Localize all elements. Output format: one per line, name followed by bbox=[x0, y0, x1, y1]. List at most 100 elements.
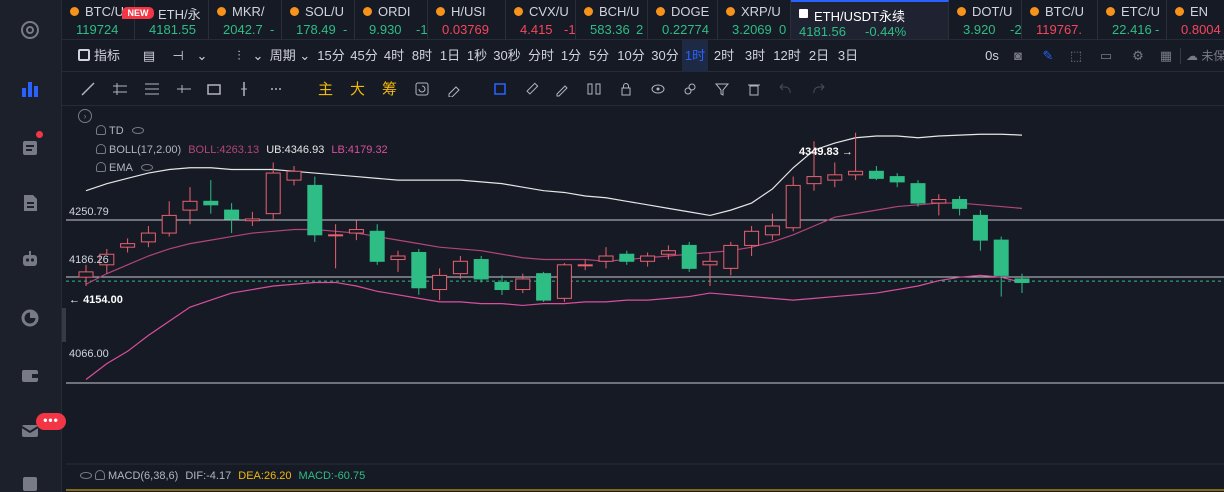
ticker-item[interactable]: MKR/2042.7- bbox=[209, 0, 282, 39]
fullscreen-icon[interactable]: ⬚ bbox=[1066, 40, 1086, 72]
visibility-icon[interactable] bbox=[140, 164, 153, 171]
macd-legend[interactable]: MACD(6,38,6) DIF:-4.17 DEA:26.20 MACD:-6… bbox=[80, 470, 365, 482]
interval-button[interactable]: 分时 bbox=[524, 40, 558, 72]
seconds-label[interactable]: 0s bbox=[982, 40, 1002, 72]
alert-bell-icon bbox=[96, 125, 106, 135]
interval-button[interactable]: 2时 bbox=[708, 40, 740, 72]
analytics-icon[interactable] bbox=[17, 305, 43, 331]
interval-button[interactable]: 15分 bbox=[314, 40, 348, 72]
cloud-save-status[interactable]: ☁ 未保 bbox=[1186, 40, 1224, 72]
interval-button[interactable]: 1分 bbox=[558, 40, 584, 72]
candlestick-chart[interactable]: › TD BOLL(17,2.00) BOLL:4263.13 UB:4346.… bbox=[66, 106, 1224, 492]
interval-button[interactable]: 1秒 bbox=[464, 40, 490, 72]
wallet-icon[interactable] bbox=[17, 362, 43, 388]
grid-icon[interactable]: ▦ bbox=[1156, 40, 1176, 72]
chip-distribution-button[interactable]: 筹 bbox=[382, 78, 397, 99]
interval-button[interactable]: 1时 bbox=[682, 40, 708, 72]
interval-button[interactable]: 30分 bbox=[648, 40, 682, 72]
ticker-item[interactable]: EN 0.8004 bbox=[1167, 0, 1224, 39]
horizontal-lines-icon[interactable] bbox=[142, 79, 162, 99]
logo-icon[interactable] bbox=[17, 17, 43, 43]
ticker-item[interactable]: BTC/U 119767. bbox=[1022, 0, 1098, 39]
ticker-item[interactable]: H/USI 0.03769 bbox=[428, 0, 506, 39]
market-chart-icon[interactable] bbox=[17, 76, 43, 102]
visibility-icon[interactable] bbox=[80, 472, 92, 479]
ticker-item[interactable]: SOL/U 178.49- bbox=[282, 0, 355, 39]
interval-button[interactable]: 30秒 bbox=[490, 40, 524, 72]
edit-icon[interactable] bbox=[552, 79, 572, 99]
ticker-item[interactable]: ORDI 9.930 -1 bbox=[355, 0, 428, 39]
gear-icon[interactable]: ⚙ bbox=[1128, 40, 1148, 72]
interval-button[interactable]: 1日 bbox=[436, 40, 464, 72]
more-tools-icon[interactable] bbox=[266, 79, 286, 99]
interval-button[interactable]: 3日 bbox=[834, 40, 862, 72]
candle-body bbox=[348, 229, 364, 234]
large-order-button[interactable]: 大 bbox=[350, 78, 365, 99]
new-badge: NEW bbox=[122, 7, 154, 19]
interval-toolbar: 指标 ▤ ⊣ ⌄ ⫶ ⌄ 周期 ⌄ 15分 45分 4时 8时 1日 1秒 30秒 分时 1分 5… bbox=[62, 40, 1224, 72]
more-badge[interactable]: ••• bbox=[36, 413, 66, 430]
redo-icon[interactable] bbox=[808, 79, 828, 99]
brush-icon[interactable] bbox=[444, 79, 464, 99]
pencil-icon[interactable]: ✎ bbox=[1038, 40, 1058, 72]
boll-legend[interactable]: BOLL(17,2.00) BOLL:4263.13 UB:4346.93 LB… bbox=[96, 144, 388, 156]
interval-button[interactable]: 5分 bbox=[584, 40, 614, 72]
period-dropdown[interactable]: 周期 ⌄ bbox=[268, 40, 312, 72]
ticker-strip: BTC/U 119724 ETH/永 4181.55 MKR/2042.7- SOL/U 1… bbox=[62, 0, 1224, 40]
ticker-item[interactable]: BCH/U 583.36 2 bbox=[576, 0, 648, 39]
ruler-icon[interactable] bbox=[522, 79, 542, 99]
candle-body bbox=[931, 199, 947, 204]
document-icon[interactable] bbox=[17, 190, 43, 216]
trash-icon[interactable] bbox=[744, 79, 764, 99]
interval-button[interactable]: 8时 bbox=[408, 40, 436, 72]
ticker-item[interactable]: BTC/U 119724 bbox=[62, 0, 135, 39]
visibility-icon[interactable] bbox=[131, 127, 144, 134]
ticker-item[interactable]: CVX/U 4.415 -1 bbox=[506, 0, 576, 39]
chevron-down-icon[interactable]: ⌄ bbox=[252, 40, 264, 72]
horizontal-ray-icon[interactable] bbox=[174, 79, 194, 99]
divider bbox=[1180, 48, 1181, 64]
interval-button[interactable]: 4时 bbox=[380, 40, 408, 72]
parallel-lines-icon[interactable] bbox=[110, 79, 130, 99]
layout-icon[interactable]: ▭ bbox=[1096, 40, 1116, 72]
interval-button[interactable]: 45分 bbox=[348, 40, 380, 72]
ticker-item[interactable]: ETH/永 4181.55 bbox=[135, 0, 209, 39]
chevron-right-icon[interactable]: › bbox=[78, 109, 92, 123]
candle-style-icon[interactable]: ⫶ bbox=[224, 40, 254, 72]
ticker-symbol: CVX/U bbox=[529, 4, 569, 19]
rectangle-icon[interactable] bbox=[204, 79, 224, 99]
calendar-icon[interactable]: ▤ bbox=[138, 40, 160, 72]
columns-icon[interactable] bbox=[584, 79, 604, 99]
vertical-line-icon[interactable] bbox=[234, 79, 254, 99]
bot-icon[interactable] bbox=[17, 246, 43, 272]
indicators-button[interactable]: 指标 bbox=[70, 40, 128, 72]
magnet-select-icon[interactable] bbox=[490, 79, 510, 99]
ticker-item[interactable]: DOT/U 3.920 -2 bbox=[949, 0, 1022, 39]
lock-icon[interactable] bbox=[616, 79, 636, 99]
td-legend[interactable]: TD bbox=[96, 125, 144, 137]
main-force-button[interactable]: 主 bbox=[318, 78, 333, 99]
refresh-icon[interactable] bbox=[412, 79, 432, 99]
ticker-item[interactable]: DOGE 0.22774 bbox=[648, 0, 718, 39]
candle-body bbox=[889, 176, 905, 183]
undo-icon[interactable] bbox=[776, 79, 796, 99]
trend-line-icon[interactable] bbox=[78, 79, 98, 99]
ticker-price: 4181.55 bbox=[149, 22, 196, 37]
settings-icon[interactable] bbox=[17, 470, 43, 492]
interval-button[interactable]: 2日 bbox=[804, 40, 834, 72]
filter-icon[interactable] bbox=[712, 79, 732, 99]
ticker-item[interactable]: ETC/U 22.416- bbox=[1098, 0, 1167, 39]
ticker-item[interactable]: ETH/USDT永续 4181.56 -0.44% bbox=[791, 0, 949, 39]
camera-icon[interactable]: ◙ bbox=[1008, 40, 1028, 72]
interval-button[interactable]: 12时 bbox=[770, 40, 804, 72]
chart-canvas[interactable] bbox=[66, 106, 1224, 492]
link-icon[interactable] bbox=[680, 79, 700, 99]
ticker-item[interactable]: XRP/U 3.2069 0 bbox=[718, 0, 791, 39]
chart-type-icon[interactable]: ⊣ bbox=[168, 40, 188, 72]
candle-body bbox=[1014, 278, 1030, 283]
interval-button[interactable]: 10分 bbox=[614, 40, 648, 72]
eye-icon[interactable] bbox=[648, 79, 668, 99]
ema-legend[interactable]: EMA bbox=[96, 162, 153, 174]
interval-button[interactable]: 3时 bbox=[740, 40, 770, 72]
chevron-down-icon[interactable]: ⌄ bbox=[192, 40, 212, 72]
